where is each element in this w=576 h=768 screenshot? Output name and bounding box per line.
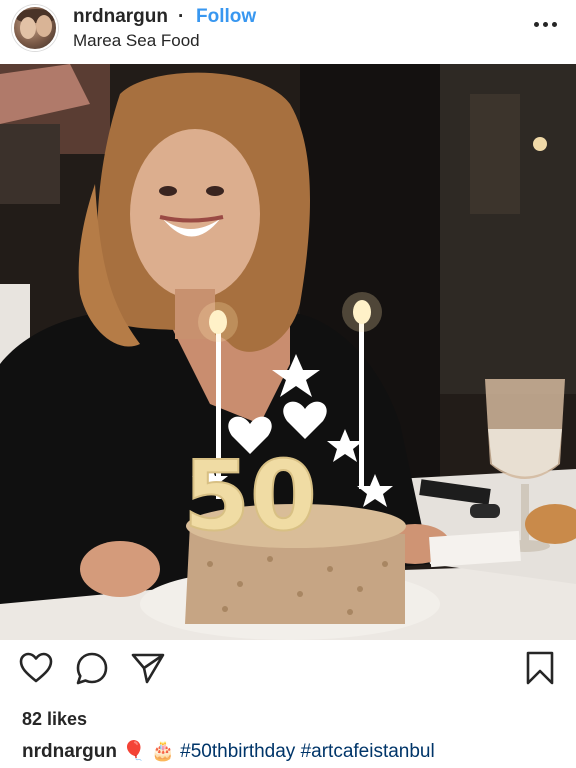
follow-button[interactable]: Follow bbox=[196, 6, 256, 28]
comment-icon[interactable] bbox=[74, 650, 110, 686]
post-header: nrdnargun · Follow Marea Sea Food bbox=[0, 0, 576, 64]
caption-hashtags[interactable]: #50thbirthday #artcafeistanbul bbox=[180, 741, 435, 762]
heart-icon[interactable] bbox=[18, 650, 54, 686]
likes-count[interactable]: 82 likes bbox=[22, 709, 87, 730]
avatar[interactable] bbox=[12, 5, 58, 51]
action-bar bbox=[0, 650, 576, 698]
bookmark-icon[interactable] bbox=[522, 650, 558, 686]
caption: nrdnargun 🎈 🎂 #50thbirthday #artcafeista… bbox=[22, 739, 435, 763]
username-link[interactable]: nrdnargun bbox=[73, 6, 168, 28]
caption-emojis: 🎈 🎂 bbox=[122, 741, 175, 762]
paper-plane-icon[interactable] bbox=[130, 650, 166, 686]
more-options-icon[interactable] bbox=[534, 22, 558, 30]
separator-dot: · bbox=[178, 6, 185, 27]
post-photo[interactable]: 50 bbox=[0, 64, 576, 640]
cake-topper-number: 50 bbox=[183, 440, 317, 552]
caption-username[interactable]: nrdnargun bbox=[22, 741, 117, 762]
location-link[interactable]: Marea Sea Food bbox=[73, 31, 200, 51]
